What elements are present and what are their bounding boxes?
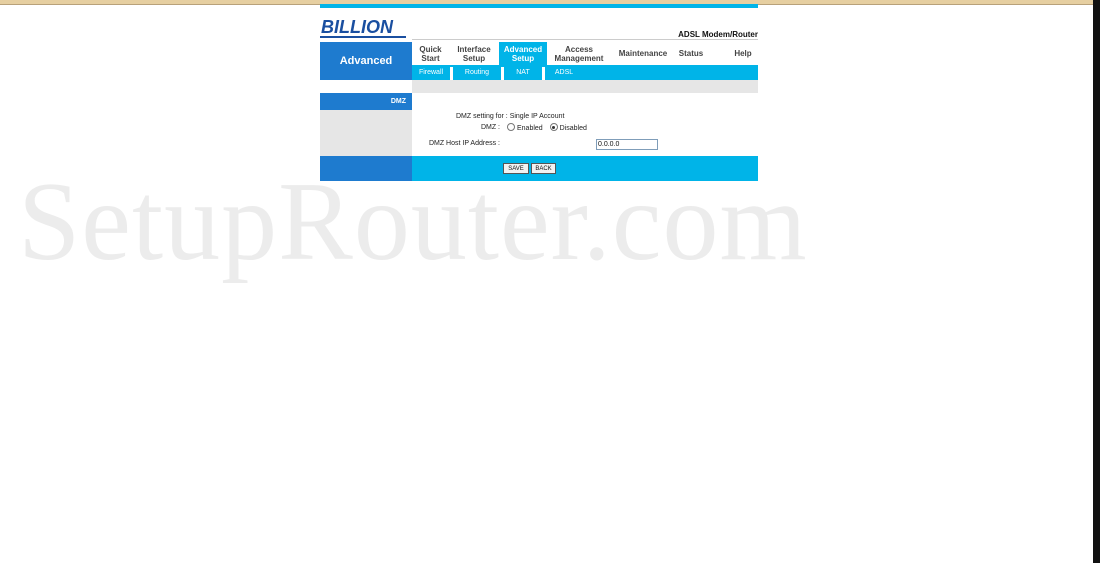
subnav-spacer (412, 80, 758, 94)
subnav-adsl[interactable]: ADSL (545, 65, 583, 80)
back-button[interactable]: BACK (531, 163, 556, 174)
billion-logo: BILLION (320, 16, 406, 40)
dmz-disabled-radio[interactable] (549, 123, 558, 131)
dmz-setting-label: DMZ setting for : (456, 113, 508, 120)
nav-advanced-setup[interactable]: Advanced Setup (499, 42, 547, 65)
side-section-label: DMZ (320, 93, 412, 110)
dmz-disabled-label: Disabled (559, 124, 587, 132)
nav-maintenance[interactable]: Maintenance (611, 42, 675, 65)
subnav-firewall[interactable]: Firewall (412, 65, 450, 80)
dmz-label: DMZ : (480, 124, 500, 131)
nav-access-management[interactable]: Access Management (549, 42, 609, 65)
nav-quick-start[interactable]: Quick Start (412, 42, 449, 65)
section-title: Advanced (320, 42, 412, 80)
subnav-routing[interactable]: Routing (453, 65, 501, 80)
dmz-host-ip-input[interactable] (596, 139, 658, 150)
dmz-form: DMZ setting for : Single IP Account DMZ … (412, 93, 758, 156)
nav-status[interactable]: Status (675, 42, 707, 65)
header-divider (412, 39, 758, 40)
footer-left (320, 156, 412, 181)
dmz-enabled-label: Enabled (517, 124, 543, 132)
nav-interface-setup[interactable]: Interface Setup (451, 42, 497, 65)
top-accent-bar (320, 4, 758, 8)
dmz-setting-value: Single IP Account (509, 113, 565, 120)
footer-bar: SAVE BACK (412, 156, 758, 181)
save-button[interactable]: SAVE (503, 163, 529, 174)
dmz-radio-group: Enabled Disabled (507, 123, 587, 132)
dmz-host-label: DMZ Host IP Address : (428, 140, 500, 147)
product-name: ADSL Modem/Router (678, 30, 758, 39)
subnav-nat[interactable]: NAT (504, 65, 542, 80)
side-panel (320, 110, 412, 156)
dmz-setting-row: DMZ setting for : Single IP Account (456, 113, 564, 120)
nav-help[interactable]: Help (728, 42, 758, 65)
dmz-enabled-radio[interactable] (507, 123, 515, 131)
window-edge (1093, 0, 1100, 563)
main-nav: Quick Start Interface Setup Advanced Setup … (412, 42, 758, 65)
sub-nav: Firewall Routing NAT ADSL (412, 65, 758, 80)
logo-text: BILLION (321, 17, 394, 37)
